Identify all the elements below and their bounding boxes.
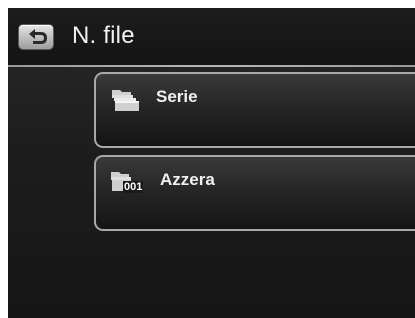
menu-item-serie[interactable]: Serie <box>94 72 415 148</box>
folder-reset-001-icon: 001 <box>109 169 144 197</box>
menu-item-azzera[interactable]: 001 Azzera <box>94 155 415 231</box>
folder-number-text: 001 <box>123 181 144 193</box>
header-divider <box>8 65 415 67</box>
page-title: N. file <box>72 22 135 49</box>
menu-item-label: Serie <box>156 87 198 106</box>
back-arrow-icon <box>29 29 47 44</box>
folder-stack-icon <box>109 86 143 114</box>
header-bar: N. file <box>8 8 415 67</box>
back-button[interactable] <box>19 25 53 49</box>
menu-item-label: Azzera <box>160 170 215 189</box>
camera-menu-screen: N. file Serie 001 Azzera <box>8 8 415 318</box>
